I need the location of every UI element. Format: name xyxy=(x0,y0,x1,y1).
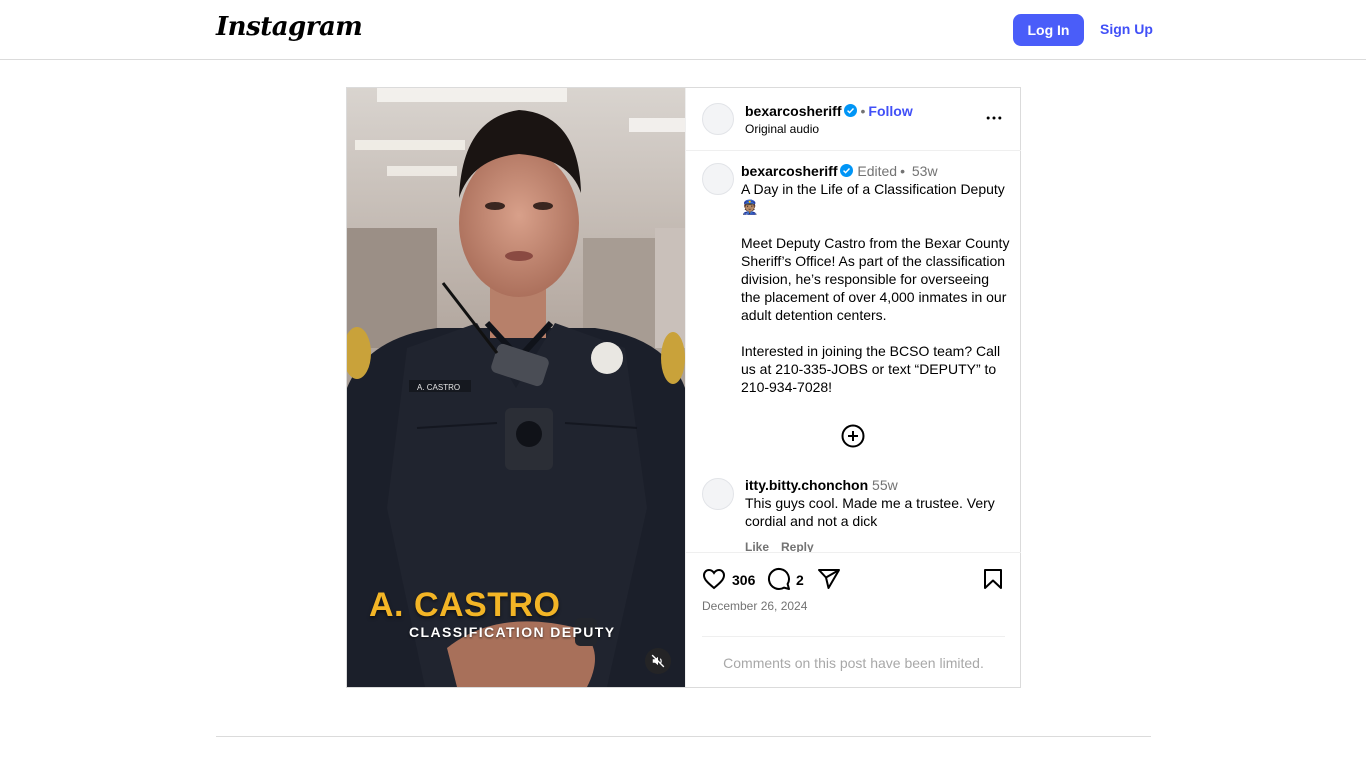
overlay-role: CLASSIFICATION DEPUTY xyxy=(409,624,616,640)
post-video[interactable]: A. CASTRO A. CASTRO CLASSIFICATION DEPUT… xyxy=(347,88,685,687)
svg-text:A. CASTRO: A. CASTRO xyxy=(417,383,460,392)
bookmark-icon[interactable] xyxy=(981,567,1005,591)
overlay-name: A. CASTRO xyxy=(369,586,561,624)
caption-header: bexarcosheriff Edited • 53w xyxy=(741,162,1011,180)
comment-time[interactable]: 55w xyxy=(872,477,898,493)
comment: itty.bitty.chonchon 55w This guys cool. … xyxy=(745,476,1007,530)
verified-badge-icon xyxy=(844,104,858,117)
share-icon[interactable] xyxy=(817,567,841,591)
footer-divider xyxy=(216,736,1151,737)
avatar[interactable] xyxy=(702,103,734,135)
caption-edited: Edited xyxy=(857,163,898,179)
caption-paragraph: A Day in the Life of a Classification De… xyxy=(741,181,1005,215)
post-actions: 306 2 December 26, 2024 Comments on this… xyxy=(686,552,1021,687)
top-nav: Instagram Log In Sign Up xyxy=(0,0,1366,60)
comment-like-button[interactable]: Like xyxy=(745,540,769,552)
signup-link[interactable]: Sign Up xyxy=(1100,21,1153,37)
comment-icon[interactable] xyxy=(767,567,791,591)
comments-section[interactable]: bexarcosheriff Edited • 53w A Day in the … xyxy=(686,152,1021,552)
comment-text: This guys cool. Made me a trustee. Very … xyxy=(745,495,995,529)
heart-icon[interactable] xyxy=(702,567,726,591)
caption-avatar[interactable] xyxy=(702,163,734,195)
post-date[interactable]: December 26, 2024 xyxy=(702,599,807,613)
verified-badge-icon xyxy=(840,164,854,177)
caption-username[interactable]: bexarcosheriff xyxy=(741,163,837,179)
comment-actions: Like Reply xyxy=(745,540,826,552)
comment-reply-button[interactable]: Reply xyxy=(781,540,814,552)
login-button[interactable]: Log In xyxy=(1013,14,1084,46)
caption: bexarcosheriff Edited • 53w A Day in the … xyxy=(741,162,1011,414)
audio-label[interactable]: Original audio xyxy=(745,122,819,136)
header-line: bexarcosheriff • Follow xyxy=(745,103,913,119)
separator-dot: • xyxy=(860,103,866,119)
post-card: A. CASTRO A. CASTRO CLASSIFICATION DEPUT… xyxy=(346,87,1021,688)
load-more-comments-icon[interactable] xyxy=(841,424,865,448)
author-username[interactable]: bexarcosheriff xyxy=(745,103,841,119)
comment-count[interactable]: 2 xyxy=(796,572,804,588)
separator-dot: • xyxy=(900,163,905,179)
more-options-icon[interactable] xyxy=(984,108,1004,128)
commenter-avatar[interactable] xyxy=(702,478,734,510)
caption-time[interactable]: 53w xyxy=(912,163,938,179)
like-count[interactable]: 306 xyxy=(732,572,755,588)
caption-paragraph: Meet Deputy Castro from the Bexar County… xyxy=(741,235,1010,323)
post-header: bexarcosheriff • Follow Original audio xyxy=(686,88,1021,151)
mute-button[interactable] xyxy=(645,648,671,674)
comment-username[interactable]: itty.bitty.chonchon xyxy=(745,477,868,493)
speaker-muted-icon xyxy=(651,654,665,668)
comments-limited-notice: Comments on this post have been limited. xyxy=(702,636,1005,688)
instagram-logo[interactable]: Instagram xyxy=(216,12,363,42)
follow-button[interactable]: Follow xyxy=(868,103,912,119)
caption-paragraph: Interested in joining the BCSO team? Cal… xyxy=(741,343,1001,395)
post-side-panel: bexarcosheriff • Follow Original audio bex… xyxy=(685,88,1021,687)
